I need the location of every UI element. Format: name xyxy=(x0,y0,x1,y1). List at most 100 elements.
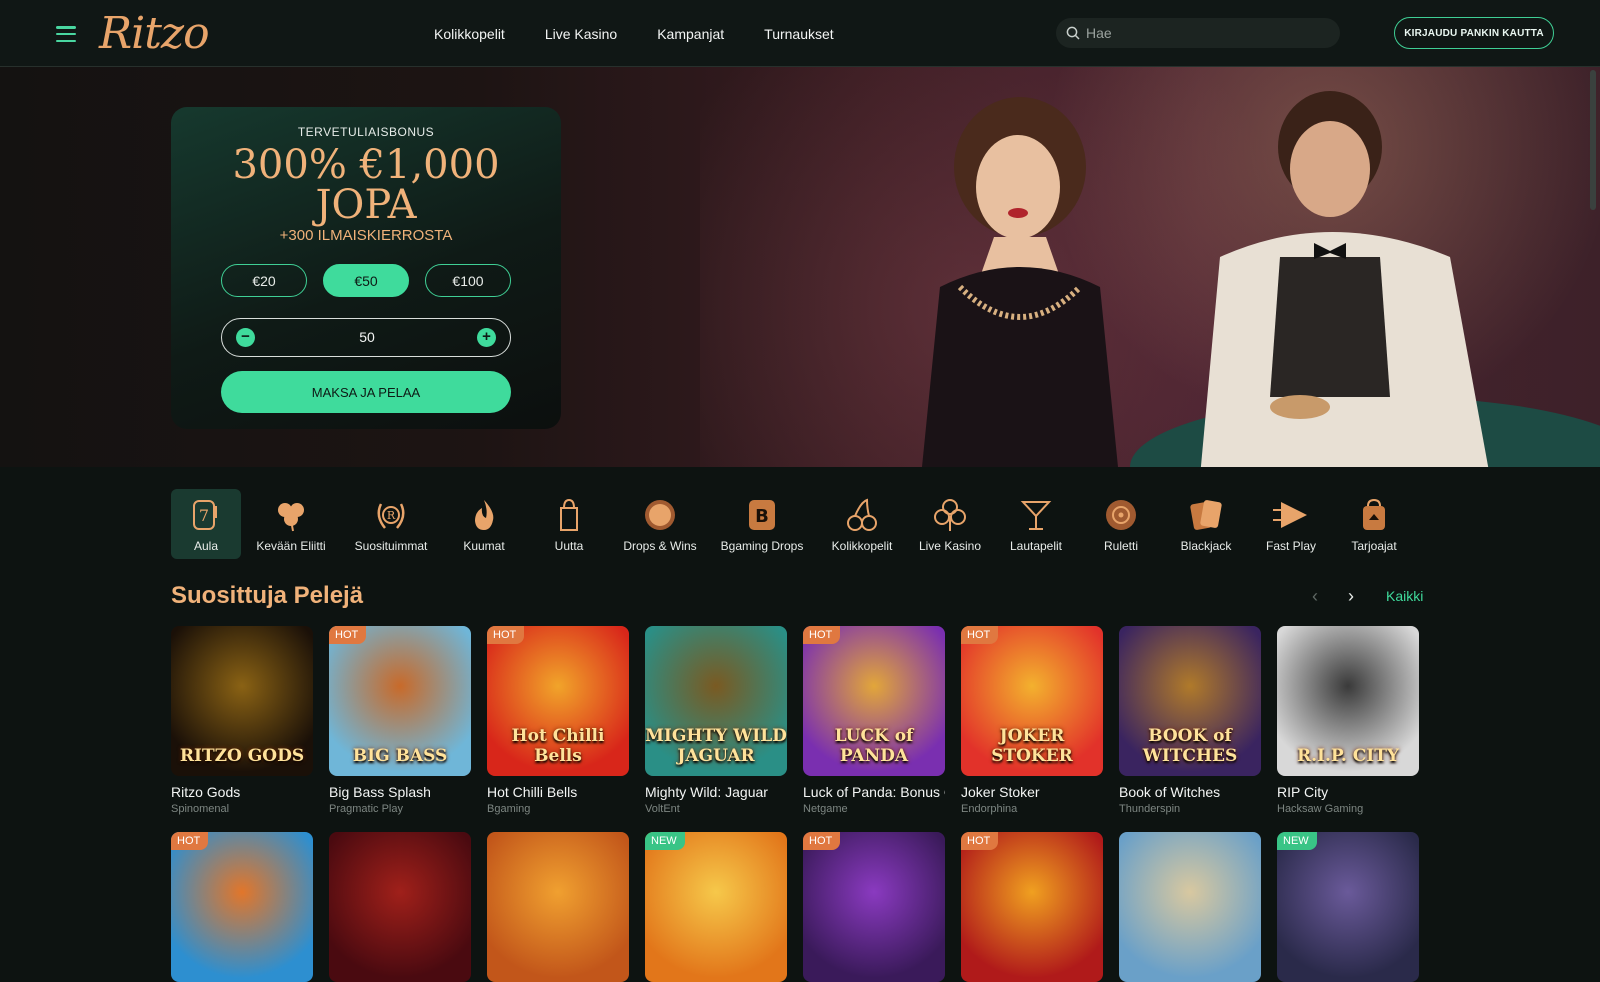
category-label: Tarjoajat xyxy=(1351,539,1397,553)
game-thumbnail[interactable]: HOT xyxy=(961,832,1103,982)
game-card[interactable]: HOT xyxy=(171,832,313,982)
game-thumbnail[interactable]: JOKER STOKER HOT xyxy=(961,626,1103,776)
game-thumbnail[interactable]: NEW xyxy=(1277,832,1419,982)
game-card[interactable] xyxy=(487,832,629,982)
game-title[interactable]: Joker Stoker xyxy=(961,784,1103,800)
category-blackjack[interactable]: Blackjack xyxy=(1161,489,1251,559)
view-all-link[interactable]: Kaikki xyxy=(1386,588,1423,604)
category-label: Kuumat xyxy=(463,539,505,553)
game-card[interactable]: RITZO GODS Ritzo Gods Spinomenal xyxy=(171,626,313,815)
game-title[interactable]: Big Bass Splash xyxy=(329,784,471,800)
category-label: Bgaming Drops xyxy=(720,539,804,553)
game-title[interactable]: Luck of Panda: Bonus Combo xyxy=(803,784,945,800)
game-art xyxy=(961,832,1103,982)
game-card[interactable]: HOT xyxy=(803,832,945,982)
category-ruletti[interactable]: Ruletti xyxy=(1081,489,1161,559)
game-thumbnail[interactable]: R.I.P. CITY xyxy=(1277,626,1419,776)
game-title[interactable]: Ritzo Gods xyxy=(171,784,313,800)
category-aula[interactable]: 7 Aula xyxy=(171,489,241,559)
category-fast-play[interactable]: Fast Play xyxy=(1251,489,1331,559)
game-art-title: JOKER STOKER xyxy=(991,726,1073,766)
amount-stepper-value[interactable]: 50 xyxy=(222,319,512,355)
decrement-button[interactable]: − xyxy=(236,328,255,347)
amount-option-20[interactable]: €20 xyxy=(221,264,307,297)
game-card[interactable]: LUCK of PANDA HOT Luck of Panda: Bonus Co… xyxy=(803,626,945,815)
menu-icon[interactable] xyxy=(56,26,76,42)
game-thumbnail[interactable]: NEW xyxy=(645,832,787,982)
game-art-title: R.I.P. CITY xyxy=(1297,746,1399,766)
chevron-left-icon[interactable]: ‹ xyxy=(1312,586,1318,607)
amount-option-100[interactable]: €100 xyxy=(425,264,511,297)
category-label: Aula xyxy=(193,539,219,553)
page-scrollbar[interactable] xyxy=(1590,70,1596,210)
dealer-illustration xyxy=(1200,91,1489,467)
game-thumbnail[interactable] xyxy=(1119,832,1261,982)
nav-kolikkopelit[interactable]: Kolikkopelit xyxy=(434,26,505,42)
game-provider: VoltEnt xyxy=(645,803,680,815)
category-bgaming-drops[interactable]: B Bgaming Drops xyxy=(709,489,815,559)
bonus-headline: 300% €1,000 JOPA xyxy=(171,145,561,225)
amount-option-50[interactable]: €50 xyxy=(323,264,409,297)
category-suosituimmat[interactable]: R Suosituimmat xyxy=(341,489,441,559)
game-art xyxy=(487,832,629,982)
game-title[interactable]: Mighty Wild: Jaguar xyxy=(645,784,787,800)
game-card[interactable]: BOOK of WITCHES Book of Witches Thunders… xyxy=(1119,626,1261,815)
game-thumbnail[interactable]: BIG BASS HOT xyxy=(329,626,471,776)
game-card[interactable] xyxy=(329,832,471,982)
search-bar[interactable] xyxy=(1056,18,1340,48)
game-card[interactable]: Hot Chilli Bells HOT Hot Chilli Bells Bga… xyxy=(487,626,629,815)
game-title[interactable]: RIP City xyxy=(1277,784,1419,800)
category-kuumat[interactable]: Kuumat xyxy=(441,489,527,559)
game-art xyxy=(645,832,787,982)
search-input[interactable] xyxy=(1086,25,1326,41)
category-kevaan-eliitti[interactable]: Kevään Eliitti xyxy=(241,489,341,559)
game-title[interactable]: Hot Chilli Bells xyxy=(487,784,629,800)
game-thumbnail[interactable]: Hot Chilli Bells HOT xyxy=(487,626,629,776)
game-thumbnail[interactable]: MIGHTY WILD JAGUAR xyxy=(645,626,787,776)
game-card[interactable]: R.I.P. CITY RIP City Hacksaw Gaming xyxy=(1277,626,1419,815)
woman-illustration xyxy=(922,97,1118,467)
category-tarjoajat[interactable]: Tarjoajat xyxy=(1331,489,1417,559)
svg-text:B: B xyxy=(755,506,769,527)
game-thumbnail[interactable] xyxy=(329,832,471,982)
category-live-kasino[interactable]: Live Kasino xyxy=(909,489,991,559)
category-label: Drops & Wins xyxy=(623,539,697,553)
bgaming-icon: B xyxy=(749,500,775,530)
amount-options: €20 €50 €100 xyxy=(221,264,511,297)
category-uutta[interactable]: Uutta xyxy=(527,489,611,559)
nav-turnaukset[interactable]: Turnaukset xyxy=(764,26,834,42)
chevron-right-icon[interactable]: › xyxy=(1348,586,1354,607)
bank-login-button[interactable]: KIRJAUDU PANKIN KAUTTA xyxy=(1394,17,1554,49)
game-card[interactable]: NEW xyxy=(645,832,787,982)
increment-button[interactable]: + xyxy=(477,328,496,347)
pay-and-play-button[interactable]: MAKSA JA PELAA xyxy=(221,371,511,413)
game-thumbnail[interactable] xyxy=(487,832,629,982)
game-thumbnail[interactable]: LUCK of PANDA HOT xyxy=(803,626,945,776)
game-card[interactable] xyxy=(1119,832,1261,982)
nav-kampanjat[interactable]: Kampanjat xyxy=(657,26,724,42)
game-card[interactable]: NEW xyxy=(1277,832,1419,982)
game-card[interactable]: MIGHTY WILD JAGUAR Mighty Wild: Jaguar V… xyxy=(645,626,787,815)
cocktail-icon xyxy=(1020,501,1052,530)
flame-icon xyxy=(475,500,494,530)
game-thumbnail[interactable]: HOT xyxy=(803,832,945,982)
nav-live-kasino[interactable]: Live Kasino xyxy=(545,26,617,42)
game-card[interactable]: BIG BASS HOT Big Bass Splash Pragmatic Pl… xyxy=(329,626,471,815)
club-icon xyxy=(934,499,966,531)
category-kolikkopelit[interactable]: Kolikkopelit xyxy=(815,489,909,559)
amount-stepper: 50 − + xyxy=(221,318,511,357)
game-card[interactable]: HOT xyxy=(961,832,1103,982)
hot-badge: HOT xyxy=(803,626,841,644)
category-drops-wins[interactable]: Drops & Wins xyxy=(611,489,709,559)
game-thumbnail[interactable]: BOOK of WITCHES xyxy=(1119,626,1261,776)
main-nav: Kolikkopelit Live Kasino Kampanjat Turna… xyxy=(434,0,874,67)
game-thumbnail[interactable]: HOT xyxy=(171,832,313,982)
drops-wins-icon xyxy=(645,500,675,530)
game-thumbnail[interactable]: RITZO GODS xyxy=(171,626,313,776)
game-title[interactable]: Book of Witches xyxy=(1119,784,1261,800)
logo[interactable]: Ritzo xyxy=(99,8,210,59)
cards-icon xyxy=(1190,500,1222,530)
category-lautapelit[interactable]: Lautapelit xyxy=(991,489,1081,559)
game-provider: Hacksaw Gaming xyxy=(1277,803,1364,815)
game-card[interactable]: JOKER STOKER HOT Joker Stoker Endorphina xyxy=(961,626,1103,815)
